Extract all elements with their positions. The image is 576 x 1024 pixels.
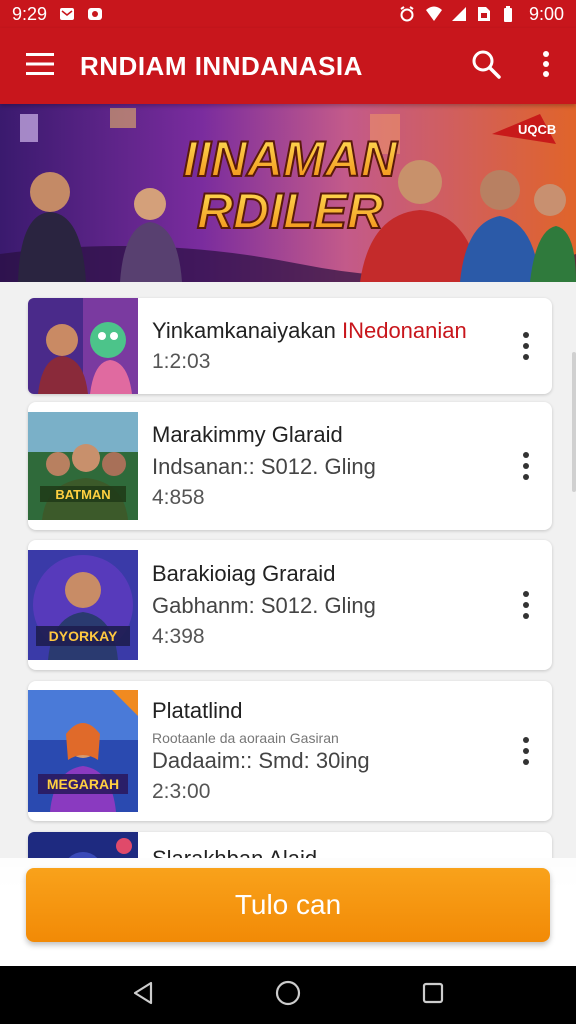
thumbnail: BATMAN xyxy=(28,402,138,530)
thumbnail: MEGARAH xyxy=(28,681,138,821)
more-vertical-icon xyxy=(523,591,529,619)
notification-icon xyxy=(87,6,103,22)
search-button[interactable] xyxy=(456,28,516,104)
banner-title-line2: RDILER xyxy=(197,183,383,239)
item-more-button[interactable] xyxy=(500,540,552,670)
more-vertical-icon xyxy=(523,332,529,360)
signal-icon xyxy=(451,6,467,22)
sim-icon xyxy=(477,6,493,22)
more-vertical-icon xyxy=(523,452,529,480)
scrollbar[interactable] xyxy=(572,352,576,492)
overflow-menu-button[interactable] xyxy=(516,28,576,104)
home-circle-icon xyxy=(275,980,301,1011)
recents-button[interactable] xyxy=(403,966,463,1024)
item-title: Yinkamkanaiyakan INedonanian xyxy=(152,318,467,343)
promo-banner[interactable]: UQCB IINAMAN RDILER xyxy=(0,104,576,282)
item-note: Rootaanle da aoraain Gasiran xyxy=(152,730,339,746)
more-vertical-icon xyxy=(542,50,550,82)
banner-title-line1: IINAMAN xyxy=(183,131,398,187)
mail-icon xyxy=(59,6,75,22)
home-button[interactable] xyxy=(258,966,318,1024)
app-title: RNDIAM INNDANASIA xyxy=(80,50,363,81)
alarm-icon xyxy=(399,6,415,22)
thumbnail-badge: MEGARAH xyxy=(47,776,119,792)
item-title: Marakimmy Glaraid xyxy=(152,422,343,447)
item-duration: 2:3:00 xyxy=(152,780,211,803)
item-title: Platatlind xyxy=(152,698,243,723)
item-subtitle: Gabhanm: S012. Gling xyxy=(152,593,376,618)
item-title-highlight: INedonanian xyxy=(341,318,467,343)
recents-square-icon xyxy=(422,982,444,1009)
battery-icon xyxy=(503,6,519,22)
status-bar: 9:29 9:00 xyxy=(0,0,576,28)
item-title: Slarakhban Alaid xyxy=(152,846,552,858)
list-item[interactable]: MEGARAH Platatlind Rootaanle da aoraain … xyxy=(28,681,552,821)
thumbnail-badge: DYORKAY xyxy=(49,628,118,644)
list-item[interactable]: DYORKAY Barakioiag Graraid Gabhanm: S012… xyxy=(28,540,552,670)
primary-action-button[interactable]: Tulo can xyxy=(26,868,550,942)
item-subtitle: Indsanan:: S012. Gling xyxy=(152,454,376,479)
item-title: Barakioiag Graraid xyxy=(152,561,336,586)
video-list: Yinkamkanaiyakan INedonanian 1:2:03 BATM… xyxy=(0,282,576,858)
thumbnail: DYORKAY xyxy=(28,540,138,670)
item-duration: 4:858 xyxy=(152,486,205,509)
back-button[interactable] xyxy=(113,966,173,1024)
hamburger-icon xyxy=(26,52,54,80)
item-more-button[interactable] xyxy=(500,298,552,394)
back-triangle-icon xyxy=(132,981,154,1010)
app-bar: RNDIAM INNDANASIA xyxy=(0,28,576,104)
wifi-icon xyxy=(425,6,442,22)
thumbnail xyxy=(28,832,138,858)
status-time: 9:29 xyxy=(12,3,48,24)
list-item[interactable]: Slarakhban Alaid xyxy=(28,832,552,858)
list-item[interactable]: BATMAN Marakimmy Glaraid Indsanan:: S012… xyxy=(28,402,552,530)
system-nav-bar xyxy=(0,966,576,1024)
item-subtitle: Dadaaim:: Smd: 30ing xyxy=(152,748,370,773)
thumbnail-badge: BATMAN xyxy=(55,487,110,502)
item-more-button[interactable] xyxy=(500,402,552,530)
search-icon xyxy=(471,49,501,84)
item-duration: 4:398 xyxy=(152,625,205,648)
thumbnail xyxy=(28,298,138,394)
menu-button[interactable] xyxy=(0,28,80,104)
status-clock: 9:00 xyxy=(528,3,564,24)
more-vertical-icon xyxy=(523,737,529,765)
banner-flag-text: UQCB xyxy=(518,122,556,137)
list-item[interactable]: Yinkamkanaiyakan INedonanian 1:2:03 xyxy=(28,298,552,394)
cta-area: Tulo can xyxy=(0,858,576,966)
item-more-button[interactable] xyxy=(500,681,552,821)
item-duration: 1:2:03 xyxy=(152,350,211,373)
